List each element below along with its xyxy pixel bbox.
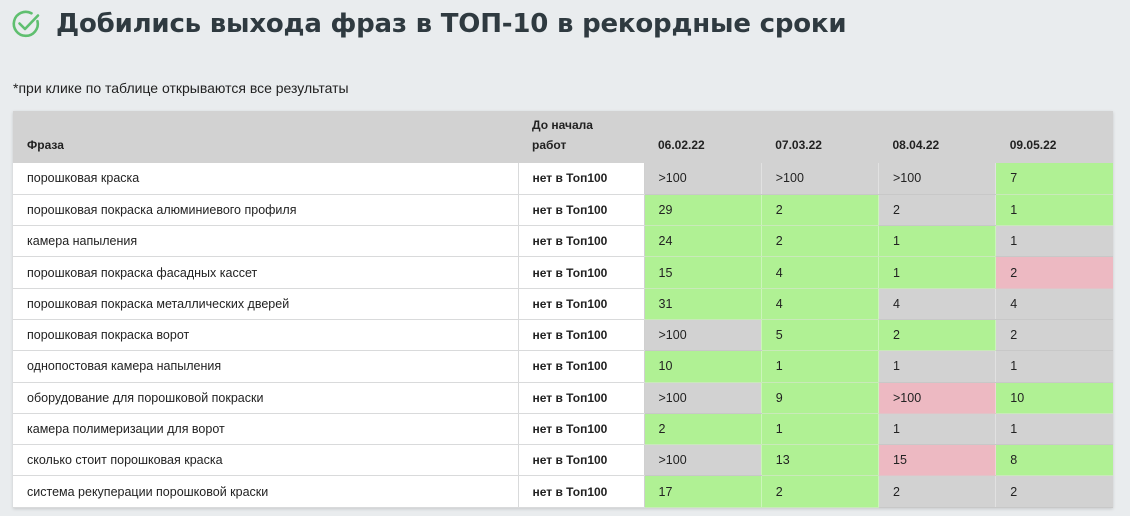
position-cell: 4 bbox=[760, 288, 879, 320]
position-cell: 4 bbox=[760, 256, 879, 289]
position-cell: 9 bbox=[760, 382, 879, 414]
position-cell: 31 bbox=[644, 288, 762, 320]
phrase-cell: порошковая покраска фасадных кассет bbox=[13, 256, 519, 289]
position-cell: >100 bbox=[877, 382, 996, 414]
phrase-cell: камера напыления bbox=[13, 225, 519, 258]
position-cell: 29 bbox=[644, 194, 762, 227]
table-row[interactable]: порошковая покраска металлических дверей… bbox=[13, 288, 1113, 320]
position-cell: 2 bbox=[877, 194, 996, 227]
position-cell: 2 bbox=[760, 475, 879, 508]
position-cell: 17 bbox=[644, 475, 762, 508]
start-status-cell: нет в Топ100 bbox=[518, 319, 645, 352]
table-row[interactable]: сколько стоит порошковая краска нет в Топ… bbox=[13, 444, 1113, 477]
table-hint: *при клике по таблице открываются все ре… bbox=[13, 80, 349, 96]
header-date: 08.04.22 bbox=[878, 111, 996, 163]
table-row[interactable]: система рекуперации порошковой краски нет… bbox=[13, 475, 1113, 508]
header-date: 06.02.22 bbox=[644, 111, 762, 163]
start-status-cell: нет в Топ100 bbox=[518, 444, 645, 477]
table-row[interactable]: порошковая покраска фасадных кассет нет в… bbox=[13, 256, 1113, 289]
position-cell: 7 bbox=[995, 163, 1113, 195]
phrase-cell: сколько стоит порошковая краска bbox=[13, 444, 519, 477]
position-cell: 5 bbox=[760, 319, 879, 352]
header-phrase: Фраза bbox=[13, 111, 518, 163]
position-cell: 8 bbox=[995, 444, 1113, 477]
phrase-cell: порошковая покраска ворот bbox=[13, 319, 519, 352]
start-status-cell: нет в Топ100 bbox=[518, 413, 645, 446]
position-cell: 2 bbox=[877, 475, 996, 508]
header-date: 07.03.22 bbox=[761, 111, 879, 163]
position-cell: 24 bbox=[644, 225, 762, 258]
position-cell: 1 bbox=[995, 194, 1113, 227]
table-row[interactable]: камера напыления нет в Топ100 24 2 1 1 bbox=[13, 225, 1113, 258]
phrase-cell: система рекуперации порошковой краски bbox=[13, 475, 519, 508]
position-cell: 2 bbox=[995, 256, 1113, 289]
start-status-cell: нет в Топ100 bbox=[518, 163, 645, 195]
table-row[interactable]: однопостовая камера напыления нет в Топ10… bbox=[13, 350, 1113, 383]
position-cell: 4 bbox=[877, 288, 996, 320]
table-row[interactable]: оборудование для порошковой покраски нет … bbox=[13, 382, 1113, 414]
table-row[interactable]: порошковая покраска алюминиевого профиля… bbox=[13, 194, 1113, 227]
phrase-cell: оборудование для порошковой покраски bbox=[13, 382, 519, 414]
start-status-cell: нет в Топ100 bbox=[518, 194, 645, 227]
start-status-cell: нет в Топ100 bbox=[518, 350, 645, 383]
start-status-cell: нет в Топ100 bbox=[518, 382, 645, 414]
page-header: Добились выхода фраз в ТОП-10 в рекордны… bbox=[10, 4, 847, 44]
position-cell: 2 bbox=[995, 319, 1113, 352]
position-cell: 10 bbox=[644, 350, 762, 383]
position-cell: 2 bbox=[644, 413, 762, 446]
position-cell: >100 bbox=[760, 163, 879, 195]
phrase-cell: однопостовая камера напыления bbox=[13, 350, 519, 383]
header-date: 09.05.22 bbox=[995, 111, 1113, 163]
page-title: Добились выхода фраз в ТОП-10 в рекордны… bbox=[56, 9, 847, 39]
position-cell: 13 bbox=[760, 444, 879, 477]
position-cell: 1 bbox=[877, 350, 996, 383]
phrase-cell: порошковая покраска алюминиевого профиля bbox=[13, 194, 519, 227]
position-cell: >100 bbox=[644, 163, 762, 195]
position-cell: >100 bbox=[644, 382, 762, 414]
position-cell: 1 bbox=[760, 413, 879, 446]
position-cell: 2 bbox=[760, 194, 879, 227]
start-status-cell: нет в Топ100 bbox=[518, 288, 645, 320]
table-row[interactable]: порошковая покраска ворот нет в Топ100 >10… bbox=[13, 319, 1113, 352]
position-cell: 1 bbox=[877, 413, 996, 446]
check-circle-icon bbox=[12, 10, 40, 38]
position-cell: 2 bbox=[877, 319, 996, 352]
phrase-cell: порошковая краска bbox=[13, 163, 519, 195]
table-row[interactable]: камера полимеризации для ворот нет в Топ1… bbox=[13, 413, 1113, 446]
position-cell: 1 bbox=[760, 350, 879, 383]
position-cell: 1 bbox=[877, 225, 996, 258]
position-cell: >100 bbox=[644, 319, 762, 352]
start-status-cell: нет в Топ100 bbox=[518, 475, 645, 508]
position-cell: 1 bbox=[995, 413, 1113, 446]
results-table[interactable]: Фраза До начала работ 06.02.22 07.03.22 … bbox=[13, 111, 1113, 508]
header-start: До начала работ bbox=[518, 111, 644, 163]
position-cell: 1 bbox=[995, 350, 1113, 383]
table-header-row: Фраза До начала работ 06.02.22 07.03.22 … bbox=[13, 111, 1113, 163]
start-status-cell: нет в Топ100 bbox=[518, 225, 645, 258]
position-cell: 4 bbox=[995, 288, 1113, 320]
phrase-cell: камера полимеризации для ворот bbox=[13, 413, 519, 446]
position-cell: 1 bbox=[995, 225, 1113, 258]
position-cell: 10 bbox=[995, 382, 1113, 414]
position-cell: 15 bbox=[877, 444, 996, 477]
position-cell: 1 bbox=[877, 256, 996, 289]
phrase-cell: порошковая покраска металлических дверей bbox=[13, 288, 519, 320]
position-cell: 2 bbox=[760, 225, 879, 258]
position-cell: >100 bbox=[644, 444, 762, 477]
position-cell: >100 bbox=[877, 163, 996, 195]
start-status-cell: нет в Топ100 bbox=[518, 256, 645, 289]
position-cell: 2 bbox=[995, 475, 1113, 508]
table-row[interactable]: порошковая краска нет в Топ100 >100 >100 >10… bbox=[13, 163, 1113, 195]
position-cell: 15 bbox=[644, 256, 762, 289]
